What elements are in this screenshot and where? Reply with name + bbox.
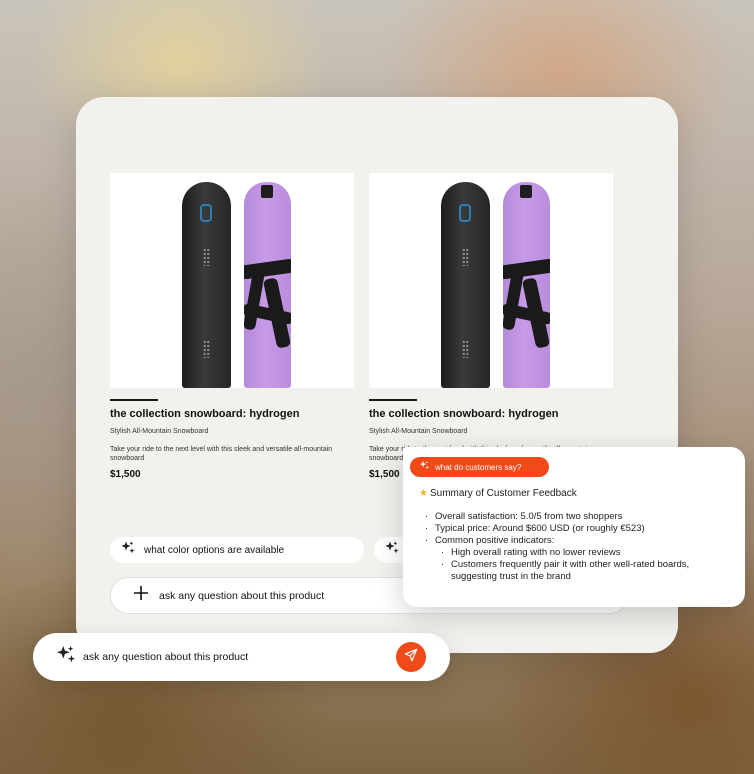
divider xyxy=(110,399,158,401)
product-image[interactable] xyxy=(110,173,354,388)
list-item: · Common positive indicators: xyxy=(425,535,555,546)
star-icon: ★ xyxy=(419,488,428,499)
send-icon xyxy=(404,648,418,667)
sparkle-icon xyxy=(55,644,77,671)
send-button[interactable] xyxy=(396,642,426,672)
list-item: · Customers frequently pair it with other… xyxy=(441,559,690,582)
snowboard-purple-image xyxy=(503,182,550,388)
pill-label: what do customers say? xyxy=(435,462,522,472)
list-item: · Overall satisfaction: 5.0/5 from two sh… xyxy=(425,511,623,522)
ask-question-bar[interactable]: ask any question about this product xyxy=(33,633,450,681)
product-subtitle: Stylish All-Mountain Snowboard xyxy=(369,428,468,435)
ask-question-placeholder: ask any question about this product xyxy=(159,589,325,602)
product-title[interactable]: the collection snowboard: hydrogen xyxy=(369,408,613,420)
snowboard-purple-image xyxy=(244,182,291,388)
sparkle-icon xyxy=(419,458,430,476)
feedback-heading-text: Summary of Customer Feedback xyxy=(429,488,577,499)
ask-question-placeholder: ask any question about this product xyxy=(83,651,249,663)
product-subtitle: Stylish All-Mountain Snowboard xyxy=(110,428,209,435)
feedback-sub-list: · High overall rating with no lower revie… xyxy=(425,547,711,583)
product-item[interactable]: the collection snowboard: hydrogen Styli… xyxy=(110,173,354,480)
product-title[interactable]: the collection snowboard: hydrogen xyxy=(110,408,354,420)
product-price: $1,500 xyxy=(110,469,141,480)
sparkle-icon xyxy=(120,540,136,561)
snowboard-black-image xyxy=(441,182,490,388)
plus-icon xyxy=(133,585,149,606)
feedback-heading: ★ Summary of Customer Feedback xyxy=(419,488,577,499)
sparkle-icon xyxy=(384,540,400,561)
product-image[interactable] xyxy=(369,173,613,388)
list-item: · High overall rating with no lower revie… xyxy=(441,547,621,558)
product-item[interactable]: the collection snowboard: hydrogen Styli… xyxy=(369,173,613,480)
product-description: Take your ride to the next level with th… xyxy=(110,446,333,462)
customer-feedback-panel: what do customers say? ★ Summary of Cust… xyxy=(403,447,745,607)
suggestion-chip-color-options[interactable]: what color options are available xyxy=(110,537,364,563)
suggestion-chip-label: what color options are available xyxy=(144,544,285,556)
divider xyxy=(369,399,417,401)
list-item: · Typical price: Around $600 USD (or roug… xyxy=(425,523,645,534)
snowboard-black-image xyxy=(182,182,231,388)
customer-feedback-pill[interactable]: what do customers say? xyxy=(410,457,549,477)
feedback-list: · Overall satisfaction: 5.0/5 from two sh… xyxy=(425,511,711,583)
